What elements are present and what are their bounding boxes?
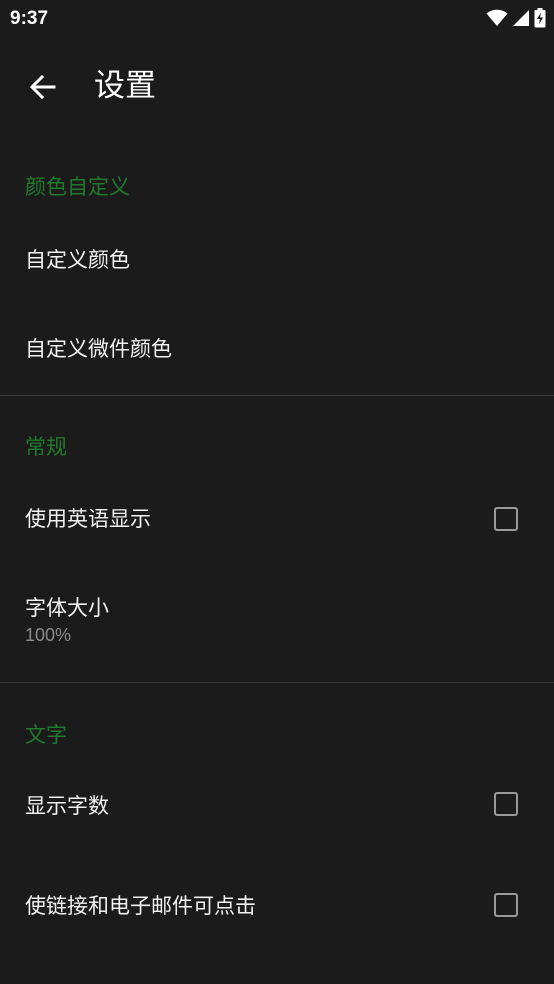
section-text: 文字 显示字数 使链接和电子邮件可点击: [0, 683, 554, 983]
section-color: 颜色自定义 自定义颜色 自定义微件颜色: [0, 136, 554, 396]
status-time: 9:37: [10, 8, 49, 29]
status-icons: [482, 8, 546, 28]
pref-custom-color-title: 自定义颜色: [25, 248, 130, 272]
pref-use-english[interactable]: 使用英语显示: [0, 484, 554, 572]
wifi-icon: [486, 9, 508, 26]
pref-font-size-summary: 100%: [25, 625, 72, 645]
pref-use-english-title: 使用英语显示: [25, 507, 151, 531]
back-button[interactable]: [18, 62, 68, 112]
pref-font-size-title: 字体大小: [25, 596, 109, 620]
section-general: 常规 使用英语显示 字体大小 100%: [0, 396, 554, 683]
pref-clickable-links-title: 使链接和电子邮件可点击: [25, 894, 256, 918]
section-header-text: 文字: [25, 723, 67, 747]
toolbar: 设置: [0, 38, 554, 136]
show-word-count-checkbox[interactable]: [494, 792, 518, 816]
section-header-color: 颜色自定义: [25, 175, 130, 199]
signal-icon: [513, 10, 529, 26]
pref-show-word-count-title: 显示字数: [25, 794, 109, 818]
pref-custom-widget-color[interactable]: 自定义微件颜色: [0, 314, 554, 394]
use-english-checkbox[interactable]: [494, 507, 518, 531]
settings-list: 颜色自定义 自定义颜色 自定义微件颜色 常规 使用英语显示 字体大小 100% …: [0, 136, 554, 983]
pref-font-size[interactable]: 字体大小 100%: [0, 572, 554, 681]
clickable-links-checkbox[interactable]: [494, 893, 518, 917]
arrow-back-icon: [30, 75, 56, 99]
pref-custom-color[interactable]: 自定义颜色: [0, 224, 554, 314]
battery-charging-icon: [534, 8, 546, 28]
pref-custom-widget-color-title: 自定义微件颜色: [25, 337, 172, 361]
pref-show-word-count[interactable]: 显示字数: [0, 771, 554, 866]
pref-clickable-links[interactable]: 使链接和电子邮件可点击: [0, 866, 554, 971]
section-header-general: 常规: [25, 435, 67, 459]
page-title: 设置: [94, 68, 156, 104]
status-bar: 9:37: [0, 0, 554, 38]
